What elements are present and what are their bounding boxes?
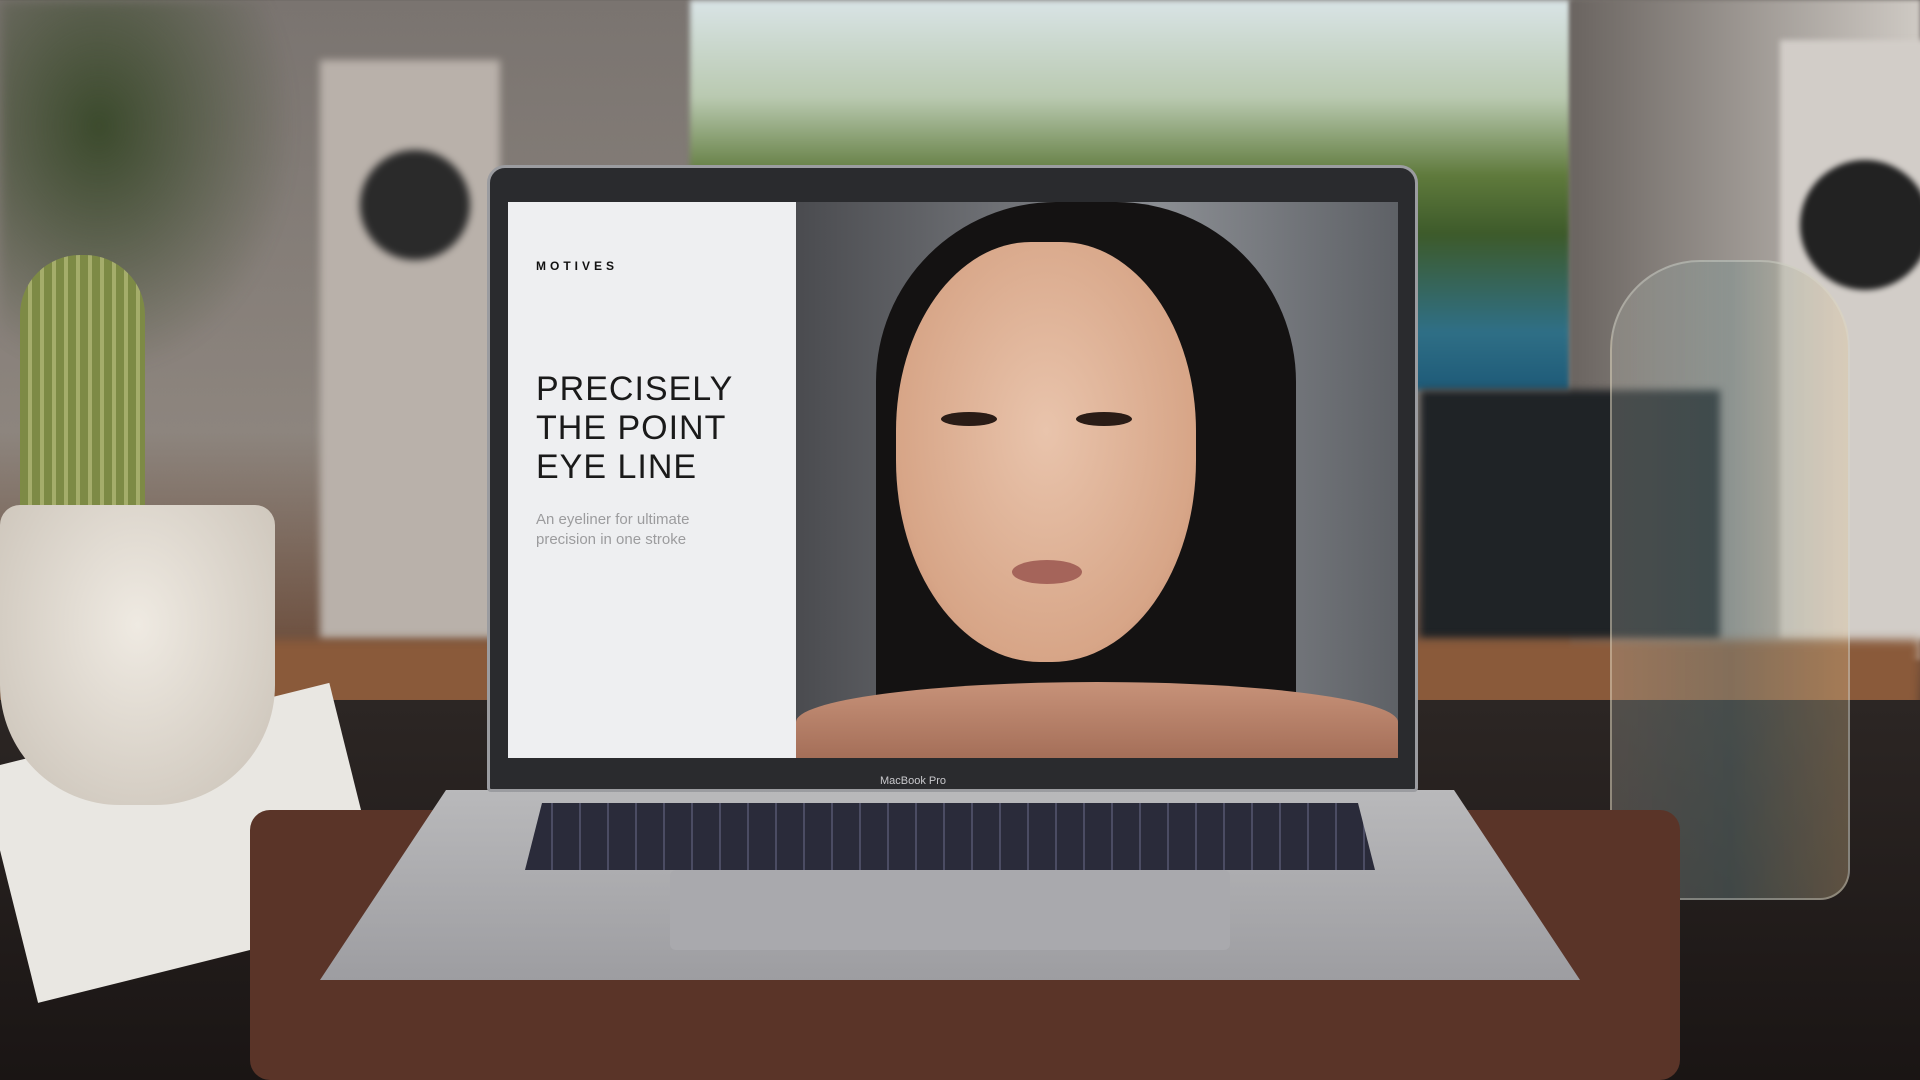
model-eye-left [941,412,997,426]
brand-logo[interactable]: MOTIVES [536,259,618,273]
cactus [20,255,145,545]
plant-pot [0,505,275,805]
laptop-keyboard[interactable] [525,803,1375,870]
hero-subtitle: An eyeliner for ultimate precision in on… [536,511,690,548]
headline-line: EYE LINE [536,448,698,486]
model-face [896,242,1196,662]
website-text-panel: MOTIVES PRECISELY THE POINT EYE LINE An … [508,202,796,758]
laptop-trackpad[interactable] [670,870,1230,950]
model-lips [1012,560,1082,584]
hero-headline: PRECISELY THE POINT EYE LINE [536,370,733,487]
model-shoulders [796,682,1398,758]
background-speaker-left [320,60,500,640]
headline-line: THE POINT [536,409,727,447]
laptop-screen: MOTIVES PRECISELY THE POINT EYE LINE An … [508,202,1398,758]
headline-line: PRECISELY [536,370,734,408]
glass-bottle [1610,260,1850,900]
hero-model-photo [796,202,1398,758]
laptop-model-label: MacBook Pro [880,775,947,787]
model-eye-right [1076,412,1132,426]
